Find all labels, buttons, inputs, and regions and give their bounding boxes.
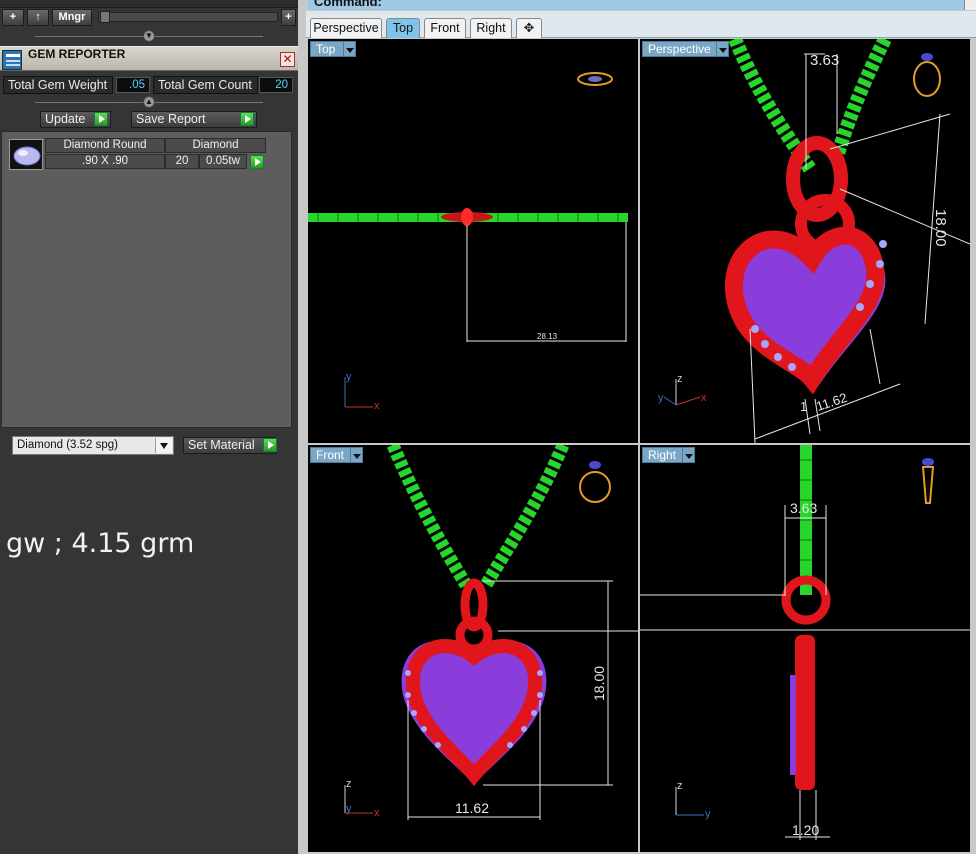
gem-list	[1, 131, 292, 428]
up-button[interactable]: ↑	[27, 9, 49, 26]
top-dimension-label: 28.13	[537, 332, 558, 341]
gem-reporter-icon	[2, 50, 22, 70]
gem-row-go-icon[interactable]	[250, 155, 264, 169]
total-gem-count-value: 20	[259, 77, 293, 93]
gem-weight-cell: 0.05tw	[199, 154, 247, 169]
viewport-front[interactable]: 18.00 11.62 z y x Front	[308, 445, 638, 852]
viewport-front-label[interactable]: Front	[310, 447, 354, 463]
right-bottom-label: 1.20	[792, 822, 819, 838]
toolbar-slider-thumb[interactable]	[100, 11, 110, 23]
viewport-area: Command: Perspective Top Front Right ✥ 2…	[298, 0, 976, 854]
plus-button[interactable]: +	[281, 9, 296, 26]
perspective-view-scene: 3.63 18.00 1 11.62 z x y	[658, 39, 970, 443]
viewport-perspective-label[interactable]: Perspective	[642, 41, 722, 57]
top-toolbar-strip	[0, 0, 298, 8]
diamond-round-icon	[9, 139, 43, 170]
command-label: Command:	[314, 0, 382, 9]
left-panel: + ↑ Mngr + ▼ GEM REPORTER ✕ Total Gem We…	[0, 0, 298, 854]
close-icon[interactable]: ✕	[280, 52, 295, 67]
total-gem-weight-label: Total Gem Weight	[3, 76, 113, 94]
persp-width-label: 3.63	[810, 52, 839, 69]
persp-axis-z: z	[677, 373, 683, 385]
persp-axis-y: y	[658, 392, 664, 404]
chevron-down-icon[interactable]	[155, 438, 172, 453]
tab-perspective[interactable]: Perspective	[310, 18, 382, 38]
command-bar[interactable]: Command:	[308, 0, 976, 10]
top-view-scene: 28.13 y x	[308, 72, 628, 412]
material-select[interactable]: Diamond (3.52 spg)	[12, 436, 174, 455]
viewport-tabs: Perspective Top Front Right ✥	[306, 11, 976, 38]
manager-button[interactable]: Mngr	[52, 9, 92, 26]
viewport-right-label[interactable]: Right	[642, 447, 686, 463]
chevron-down-icon[interactable]	[682, 447, 695, 463]
front-height-label: 18.00	[591, 666, 607, 701]
persp-axis-x: x	[701, 392, 707, 404]
set-material-label: Set Material	[188, 438, 255, 452]
right-axis-y: y	[705, 808, 711, 820]
front-width-label: 11.62	[455, 800, 489, 816]
gem-size-cell: .90 X .90	[45, 154, 165, 169]
viewport-right[interactable]: 3.63 1.20 z y Right	[640, 445, 970, 852]
expand-icon[interactable]: ▲	[143, 96, 155, 108]
save-report-button[interactable]: Save Report	[131, 111, 257, 128]
right-axis-z: z	[677, 780, 683, 792]
gem-shape-cell: Diamond Round	[45, 138, 165, 153]
front-axis-x: x	[374, 807, 380, 819]
viewport-top-label[interactable]: Top	[310, 41, 346, 57]
viewport-perspective[interactable]: 3.63 18.00 1 11.62 z x y Perspective	[640, 39, 970, 443]
save-report-go-icon[interactable]	[240, 112, 254, 126]
toolbar-slider[interactable]	[98, 12, 278, 22]
gem-material-cell: Diamond	[165, 138, 266, 153]
update-label: Update	[45, 112, 86, 126]
tab-front[interactable]: Front	[424, 18, 466, 38]
gem-count-cell: 20	[165, 154, 199, 169]
total-gem-weight-value: .05	[116, 77, 150, 93]
axis-y-label: y	[346, 371, 352, 383]
add-button[interactable]: +	[2, 9, 24, 26]
gem-reporter-title: GEM REPORTER	[28, 47, 126, 61]
chevron-down-icon[interactable]	[343, 41, 356, 57]
command-scroll[interactable]	[964, 0, 976, 10]
viewport-top[interactable]: 28.13 y x Top	[308, 39, 638, 443]
update-go-icon[interactable]	[94, 112, 108, 126]
chevron-down-icon[interactable]	[716, 41, 729, 57]
front-axis-z: z	[346, 778, 352, 790]
right-top-label: 3.63	[790, 500, 817, 516]
gem-reporter-header: GEM REPORTER ✕	[0, 46, 298, 71]
tab-top[interactable]: Top	[386, 18, 420, 38]
persp-height-label: 18.00	[932, 209, 949, 247]
total-gem-count-label: Total Gem Count	[153, 76, 258, 94]
axis-x-label: x	[374, 400, 380, 412]
collapse-icon[interactable]: ▼	[143, 30, 155, 42]
gross-weight-note: gw ; 4.15 grm	[6, 528, 195, 559]
front-view-scene: 18.00 11.62 z y x	[344, 445, 638, 820]
add-tab-icon[interactable]: ✥	[516, 18, 542, 38]
tab-right[interactable]: Right	[470, 18, 512, 38]
front-axis-y: y	[346, 803, 352, 815]
right-view-scene: 3.63 1.20 z y	[640, 445, 970, 840]
persp-depth-label: 1	[800, 399, 807, 414]
save-report-label: Save Report	[136, 112, 206, 126]
set-material-go-icon[interactable]	[263, 438, 277, 452]
chevron-down-icon[interactable]	[350, 447, 363, 463]
